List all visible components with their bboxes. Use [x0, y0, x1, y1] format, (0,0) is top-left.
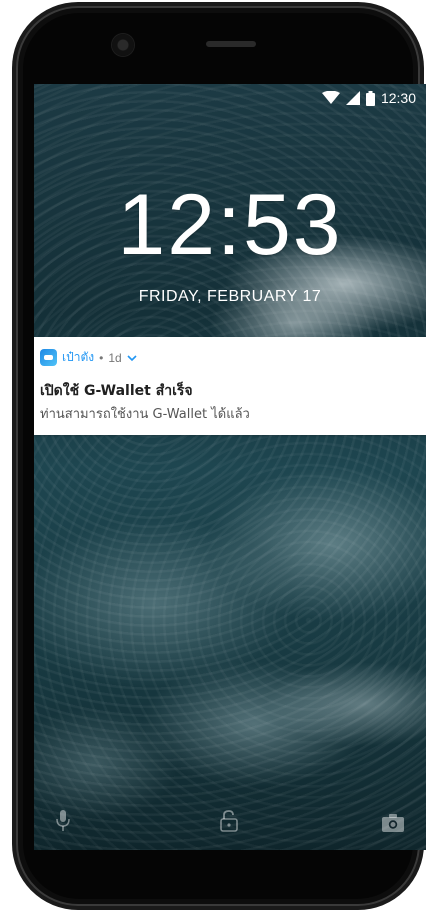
- notification-body: ท่านสามารถใช้งาน G-Wallet ได้แล้ว: [40, 407, 250, 422]
- status-bar: 12:30: [34, 84, 426, 114]
- microphone-icon[interactable]: [56, 810, 70, 832]
- status-time: 12:30: [380, 90, 416, 106]
- unlock-icon[interactable]: [220, 810, 238, 832]
- lock-screen: 12:30 12:53 FRIDAY, FEBRUARY 17 เป๋าตัง …: [34, 84, 426, 850]
- notification-card[interactable]: เป๋าตัง • 1d เปิดใช้ G-Wallet สำเร็จ ท่า…: [34, 337, 426, 435]
- status-icons: 12:30: [321, 90, 416, 106]
- wallet-app-icon: [40, 349, 57, 366]
- notification-title: เปิดใช้ G-Wallet สำเร็จ: [40, 383, 193, 399]
- chevron-down-icon[interactable]: [127, 354, 137, 362]
- wifi-icon: [321, 91, 340, 104]
- lockscreen-clock: 12:53: [117, 177, 343, 273]
- notification-separator: •: [99, 350, 104, 365]
- cellular-signal-icon: [345, 91, 360, 105]
- notification-app-name: เป๋าตัง: [62, 350, 95, 364]
- notification-time: 1d: [108, 350, 122, 365]
- camera-icon[interactable]: [382, 814, 404, 832]
- notification-header: เป๋าตัง • 1d: [40, 348, 137, 367]
- front-camera: [112, 34, 134, 56]
- lockscreen-shortcuts: [34, 790, 426, 850]
- lockscreen-date: FRIDAY, FEBRUARY 17: [138, 288, 322, 305]
- battery-icon: [365, 90, 375, 106]
- earpiece-speaker: [206, 41, 256, 47]
